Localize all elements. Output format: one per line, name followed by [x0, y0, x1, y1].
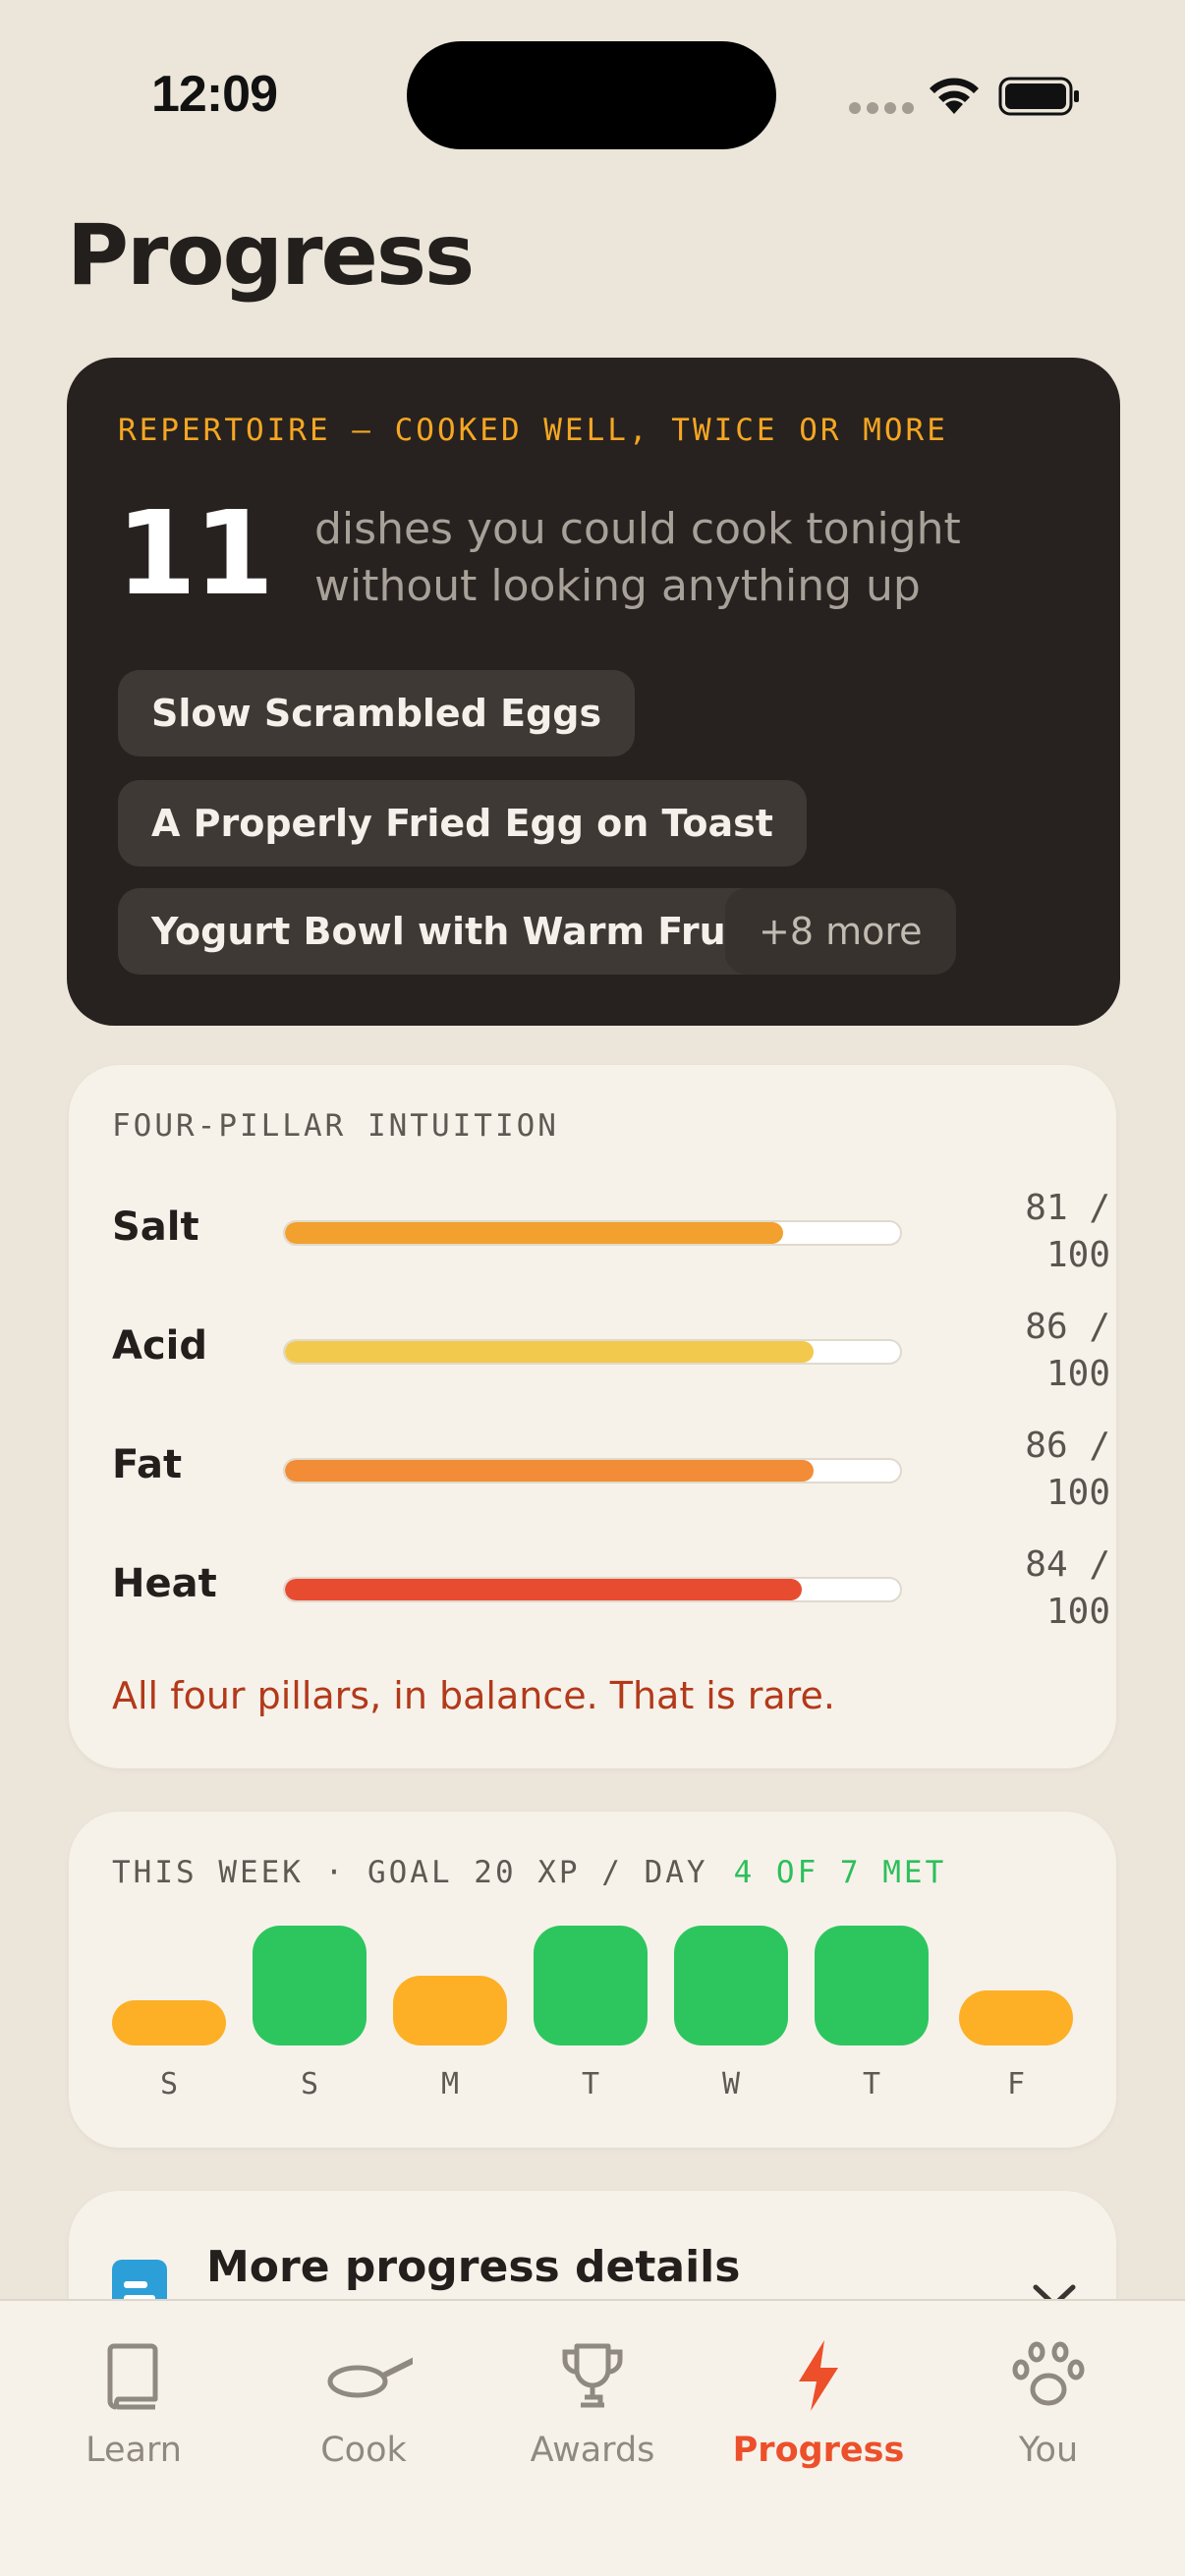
pillar-row-salt: Salt 81 / 100: [112, 1183, 1110, 1277]
day-streak-bar: [815, 1926, 929, 2045]
day-letter: M: [440, 2067, 460, 2101]
pillars-card: FOUR-PILLAR INTUITION Salt 81 / 100 Acid…: [69, 1065, 1116, 1768]
day-streak-bar: [959, 1990, 1073, 2045]
tab-awards[interactable]: Awards: [494, 2336, 691, 2484]
repertoire-description: dishes you could cook tonight without lo…: [314, 504, 961, 611]
tab-label: You: [1018, 2431, 1079, 2470]
page-title: Progress: [67, 206, 475, 305]
cellular-signal-icon: [849, 102, 914, 114]
paw-icon: [1012, 2341, 1085, 2406]
tab-progress[interactable]: Progress: [720, 2336, 917, 2484]
pillar-score: 86 / 100: [1025, 1426, 1110, 1513]
pillar-progress-fill: [285, 1341, 815, 1363]
tab-label: Progress: [732, 2431, 905, 2470]
tab-cook[interactable]: Cook: [265, 2336, 462, 2484]
day-letter: T: [581, 2067, 600, 2101]
repertoire-count: 11: [116, 485, 274, 621]
battery-icon: [998, 77, 1079, 116]
weekly-goal-header: THIS WEEK · GOAL 20 XP / DAY 4 OF 7 MET: [112, 1855, 946, 1890]
day-letter: W: [721, 2067, 741, 2101]
pan-icon: [327, 2357, 413, 2398]
pillar-name: Fat: [112, 1442, 183, 1487]
pillar-progress-fill: [285, 1460, 815, 1482]
dynamic-island: [407, 41, 776, 149]
tab-label: Cook: [320, 2431, 407, 2470]
day-letter: T: [862, 2067, 881, 2101]
pillar-row-heat: Heat 84 / 100: [112, 1540, 1110, 1634]
pillar-row-fat: Fat 86 / 100: [112, 1421, 1110, 1515]
tab-you[interactable]: You: [950, 2336, 1147, 2484]
tab-learn[interactable]: Learn: [35, 2336, 232, 2484]
pillar-name: Salt: [112, 1204, 199, 1250]
pillar-score: 81 / 100: [1025, 1188, 1110, 1275]
pillar-score: 86 / 100: [1025, 1307, 1110, 1394]
more-details-title: More progress details: [206, 2242, 741, 2292]
lightning-icon: [799, 2340, 838, 2411]
tab-label: Awards: [530, 2431, 655, 2470]
day-streak-bar: [534, 1926, 648, 2045]
pillar-progress-track: [283, 1577, 902, 1602]
day-letter: F: [1006, 2067, 1026, 2101]
day-streak-bar: [674, 1926, 788, 2045]
pillar-row-acid: Acid 86 / 100: [112, 1302, 1110, 1396]
book-icon: [107, 2343, 158, 2410]
pillar-progress-track: [283, 1458, 902, 1484]
pillar-progress-track: [283, 1339, 902, 1365]
weekly-goal-card: THIS WEEK · GOAL 20 XP / DAY 4 OF 7 MET S…: [69, 1812, 1116, 2148]
tab-label: Learn: [85, 2431, 182, 2470]
wifi-icon: [930, 78, 979, 114]
pillar-progress-track: [283, 1220, 902, 1246]
repertoire-label: REPERTOIRE — COOKED WELL, TWICE OR MORE: [118, 413, 948, 448]
pillar-progress-fill: [285, 1579, 802, 1600]
day-streak-bar: [393, 1976, 507, 2045]
day-streak-bar: [112, 2000, 226, 2045]
weekly-goal-label: THIS WEEK · GOAL 20 XP / DAY: [112, 1855, 708, 1890]
more-dishes-chip[interactable]: +8 more: [725, 888, 956, 975]
trophy-icon: [562, 2343, 623, 2408]
pillar-name: Acid: [112, 1323, 208, 1369]
dish-chip[interactable]: Yogurt Bowl with Warm Fruit: [118, 888, 790, 975]
status-time: 12:09: [151, 66, 278, 123]
tab-bar: Learn Cook Awards Progress You: [0, 2299, 1185, 2576]
dish-chip[interactable]: A Properly Fried Egg on Toast: [118, 780, 807, 867]
day-streak-bar: [253, 1926, 367, 2045]
dish-chip[interactable]: Slow Scrambled Eggs: [118, 670, 636, 756]
pillar-progress-fill: [285, 1222, 784, 1244]
pillar-name: Heat: [112, 1561, 217, 1606]
pillars-balance-note: All four pillars, in balance. That is ra…: [112, 1674, 835, 1717]
day-letter: S: [300, 2067, 319, 2101]
day-letter: S: [159, 2067, 179, 2101]
pillars-label: FOUR-PILLAR INTUITION: [112, 1108, 559, 1144]
status-bar: 12:09: [0, 0, 1185, 177]
pillar-score: 84 / 100: [1025, 1544, 1110, 1632]
repertoire-card: REPERTOIRE — COOKED WELL, TWICE OR MORE …: [67, 358, 1120, 1026]
weekly-met-count: 4 OF 7 MET: [733, 1855, 947, 1890]
